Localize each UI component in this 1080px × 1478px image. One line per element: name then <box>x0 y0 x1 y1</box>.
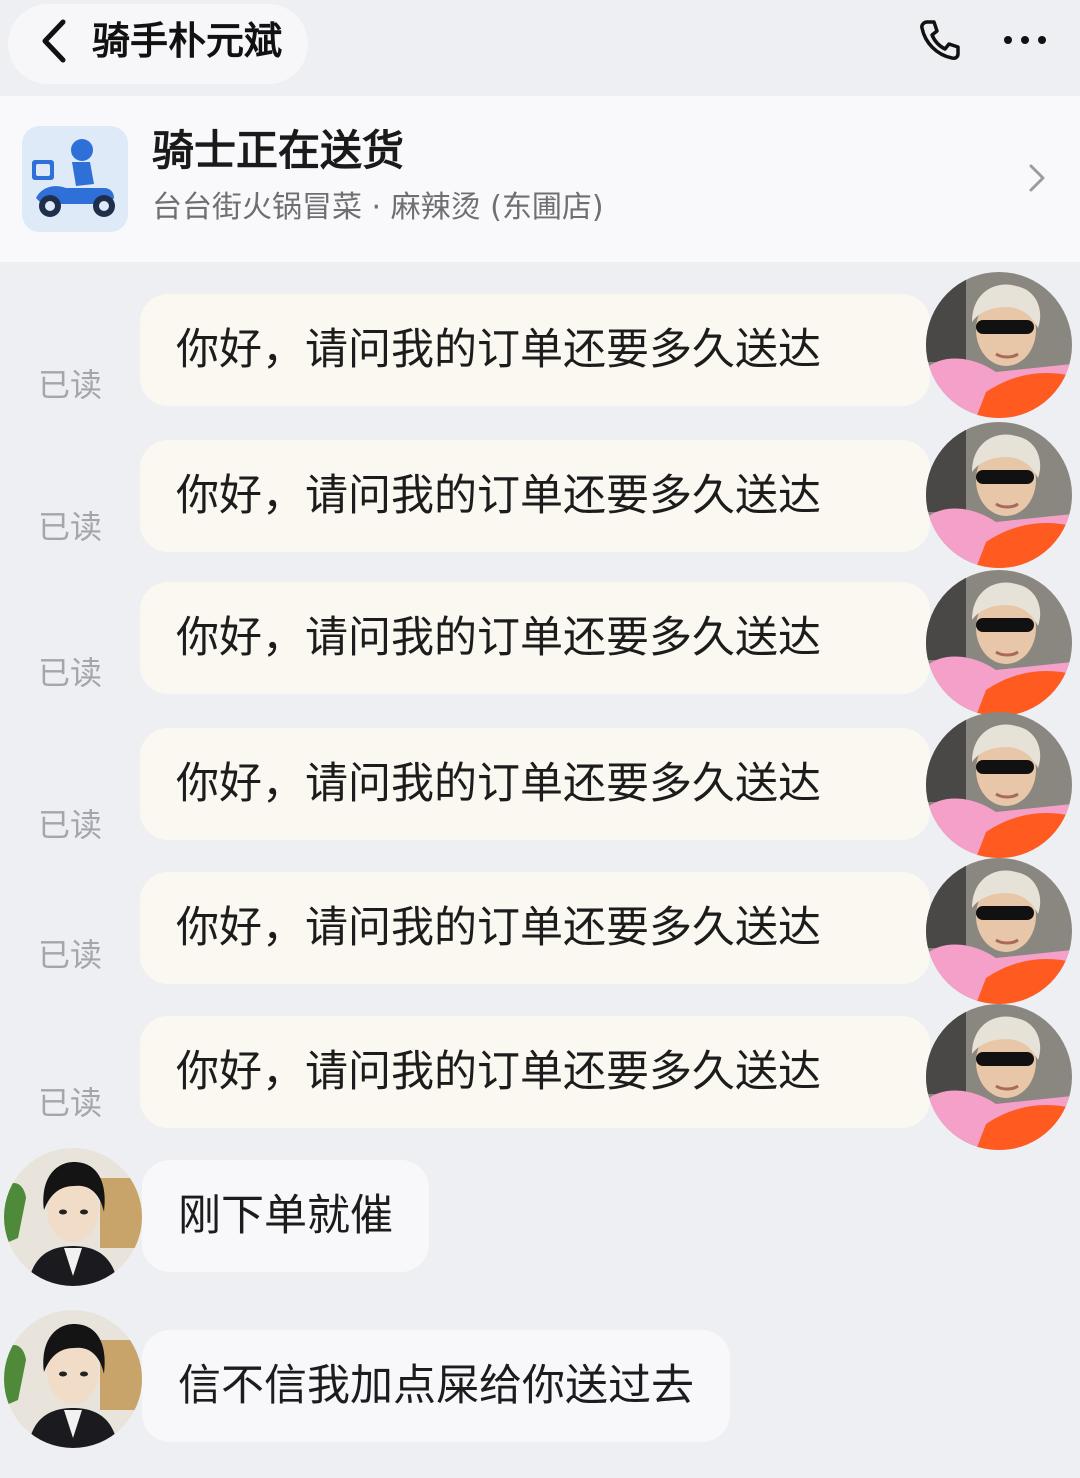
user-avatar[interactable] <box>926 712 1072 858</box>
read-receipt: 已读 <box>38 654 103 692</box>
order-status-title: 骑士正在送货 <box>152 126 405 175</box>
more-button[interactable] <box>994 12 1056 68</box>
chevron-left-icon <box>42 19 66 63</box>
user-avatar[interactable] <box>926 272 1072 418</box>
read-receipt: 已读 <box>38 1084 103 1122</box>
chevron-right-icon <box>1022 158 1052 198</box>
message-bubble[interactable]: 你好，请问我的订单还要多久送达 <box>140 728 930 840</box>
call-button[interactable] <box>912 12 968 68</box>
user-avatar[interactable] <box>926 422 1072 568</box>
message-bubble[interactable]: 你好，请问我的订单还要多久送达 <box>140 294 930 406</box>
chat-screen: 骑手朴元斌 骑士正在送货 台台街火锅冒菜 · 麻辣烫 (东圃店) 已读 你好，请… <box>0 0 1080 1478</box>
chat-title: 骑手朴元斌 <box>92 19 283 63</box>
message-bubble[interactable]: 你好，请问我的订单还要多久送达 <box>140 872 930 984</box>
user-avatar[interactable] <box>926 1004 1072 1150</box>
user-avatar[interactable] <box>926 858 1072 1004</box>
message-bubble[interactable]: 信不信我加点屎给你送过去 <box>142 1330 730 1442</box>
read-receipt: 已读 <box>38 366 103 404</box>
delivery-rider-icon <box>22 126 128 232</box>
message-bubble[interactable]: 刚下单就催 <box>142 1160 429 1272</box>
back-button[interactable] <box>30 14 78 68</box>
read-receipt: 已读 <box>38 508 103 546</box>
message-bubble[interactable]: 你好，请问我的订单还要多久送达 <box>140 440 930 552</box>
rider-avatar[interactable] <box>4 1310 142 1448</box>
order-status-card[interactable]: 骑士正在送货 台台街火锅冒菜 · 麻辣烫 (东圃店) <box>0 96 1080 262</box>
store-name: 台台街火锅冒菜 · 麻辣烫 (东圃店) <box>152 190 604 225</box>
chat-header: 骑手朴元斌 <box>0 0 1080 96</box>
read-receipt: 已读 <box>38 806 103 844</box>
phone-icon <box>920 20 960 60</box>
rider-avatar[interactable] <box>4 1148 142 1286</box>
message-bubble[interactable]: 你好，请问我的订单还要多久送达 <box>140 582 930 694</box>
user-avatar[interactable] <box>926 570 1072 716</box>
more-horizontal-icon <box>1004 36 1046 44</box>
message-bubble[interactable]: 你好，请问我的订单还要多久送达 <box>140 1016 930 1128</box>
read-receipt: 已读 <box>38 936 103 974</box>
